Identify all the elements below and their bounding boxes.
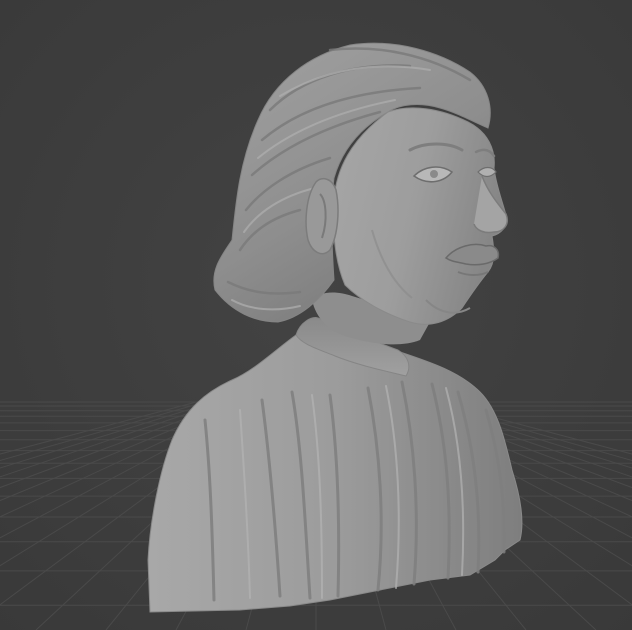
viewport-canvas[interactable] <box>0 0 632 630</box>
3d-viewport[interactable] <box>0 0 632 630</box>
bust-ear <box>305 177 339 255</box>
